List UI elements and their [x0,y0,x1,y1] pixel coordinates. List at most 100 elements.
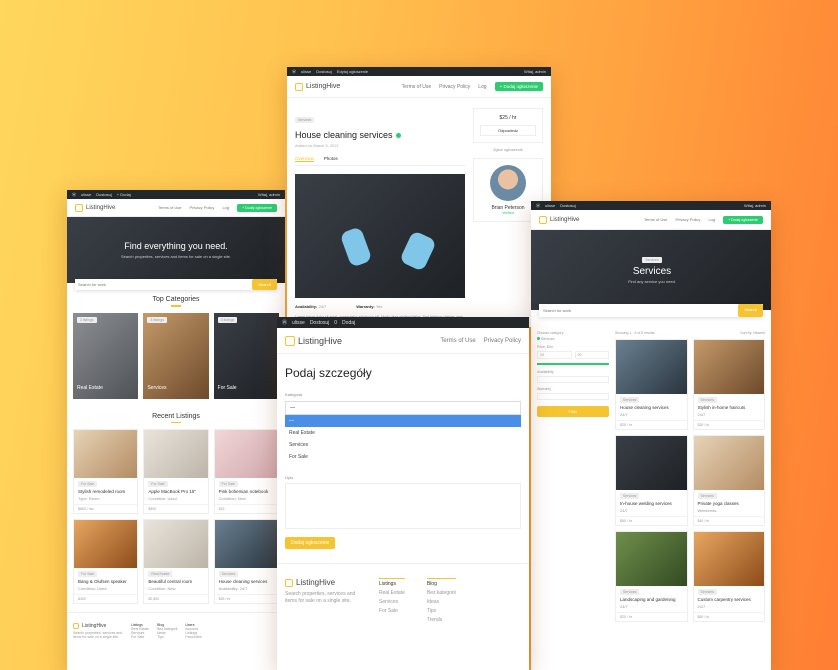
avatar[interactable] [490,165,526,201]
filter-type-radio[interactable]: Services [537,337,609,341]
availability-select[interactable] [537,375,609,383]
service-card[interactable]: Services House cleaning services 24/7 $25 /… [615,339,688,430]
listing-title[interactable]: Apple MacBook Pro 15" [148,489,203,494]
dropdown-option[interactable]: Services [285,439,521,451]
wp-howdy[interactable]: Witaj, admin [744,203,766,208]
listing-title[interactable]: Beautiful central room [148,579,203,584]
wp-comments-link[interactable]: 0 [334,320,337,326]
footer-link[interactable]: For Sale [379,608,405,614]
price-max-field[interactable]: 90 [574,351,609,359]
wp-new-link[interactable]: Dodaj [342,320,355,326]
tab-overview[interactable]: Overview [295,156,314,162]
services-search-input[interactable] [539,304,739,317]
wp-edit-link[interactable]: Edytuj ogłoszenie [337,69,368,74]
site-logo[interactable]: ListingHive [75,203,115,212]
nav-login-link[interactable]: Log [708,217,715,222]
service-title[interactable]: Private yoga classes [698,501,761,506]
description-textarea[interactable] [285,483,521,529]
home-search-input[interactable] [75,279,253,290]
listing-title[interactable]: Pink bohemian notebook [219,489,274,494]
nav-terms-link[interactable]: Terms of Use [440,338,475,344]
listing-title[interactable]: Bang & Olufsen speaker [78,579,133,584]
service-title[interactable]: Stylish in-home haircuts [698,405,761,410]
wp-customize-link[interactable]: Dostosuj [316,69,332,74]
submit-listing-button[interactable]: + Dodaj ogłoszenie [494,82,543,91]
dropdown-option[interactable]: For Sale [285,451,521,463]
service-card[interactable]: Services Stylish in-home haircuts 24/7 $30 … [692,339,765,430]
dropdown-option[interactable]: Real Estate [285,427,521,439]
wp-howdy[interactable]: Witaj, admin [258,192,280,197]
category-card[interactable]: 3 listings For Sale [213,312,279,399]
service-card[interactable]: Services In-house welding services 24/7 $60… [615,435,688,526]
wp-new-link[interactable]: + Dodaj [117,192,131,197]
footer-logo[interactable]: ListingHive [73,623,123,629]
footer-link[interactable]: Tips [427,608,456,614]
price-min-field[interactable]: 10 [537,351,572,359]
submit-listing-button[interactable]: + Dodaj ogłoszenie [723,215,763,224]
listing-card[interactable]: For Sale Bang & Olufsen speaker Condition:… [73,519,139,604]
wordpress-icon[interactable]: Ⓦ [292,69,296,75]
nav-terms-link[interactable]: Terms of Use [402,84,431,90]
footer-link[interactable]: Favourites [185,635,201,639]
listing-card[interactable]: Services House cleaning services Availabil… [213,519,279,604]
services-search-button[interactable]: Search [738,304,763,317]
category-card[interactable]: 3 listings Services [143,312,209,399]
tab-photos[interactable]: Photos [324,156,338,162]
form-submit-button[interactable]: Dodaj ogłoszenie [285,537,336,549]
site-logo[interactable]: ListingHive [539,215,579,224]
wp-site-link[interactable]: ulisse [292,320,305,326]
category-select[interactable]: — [285,401,521,415]
service-title[interactable]: Landscaping and gardening [620,597,683,602]
service-card[interactable]: Services Custom carpentry services 24/7 $50… [692,531,765,622]
footer-link[interactable]: Tips [157,635,177,639]
footer-link[interactable]: Trends [427,617,456,623]
detail-main-image[interactable] [295,174,465,298]
listing-card[interactable]: For Sale Apple MacBook Pro 15" Condition: … [143,429,209,514]
wp-site-link[interactable]: ulisse [81,192,91,197]
price-slider[interactable] [537,363,609,365]
nav-login-link[interactable]: Log [222,205,229,210]
reply-button[interactable]: Odpowiedz [480,125,536,136]
warranty-select[interactable] [537,392,609,400]
service-title[interactable]: House cleaning services [620,405,683,410]
detail-category-tag[interactable]: Services [295,117,315,123]
footer-link[interactable]: Ideas [427,599,456,605]
site-logo[interactable]: ListingHive [285,335,342,346]
nav-terms-link[interactable]: Terms of Use [158,205,182,210]
wordpress-icon[interactable]: Ⓦ [72,192,76,198]
wp-customize-link[interactable]: Dostosuj [310,320,329,326]
filter-button[interactable]: Filter [537,405,609,417]
nav-privacy-link[interactable]: Privacy Policy [676,217,701,222]
service-title[interactable]: Custom carpentry services [698,597,761,602]
wp-howdy[interactable]: Witaj, admin [524,69,546,74]
submit-listing-button[interactable]: + Dodaj ogłoszenie [237,203,277,212]
nav-terms-link[interactable]: Terms of Use [644,217,668,222]
service-card[interactable]: Services Private yoga classes Weekends $40 … [692,435,765,526]
listing-card[interactable]: For Sale Pink bohemian notebook Condition:… [213,429,279,514]
listing-title[interactable]: House cleaning services [219,579,274,584]
wordpress-icon[interactable]: Ⓦ [536,203,540,209]
nav-privacy-link[interactable]: Privacy Policy [439,84,470,90]
service-card[interactable]: Services Landscaping and gardening 24/7 $20… [615,531,688,622]
dropdown-option-selected[interactable]: — [285,415,521,427]
home-search-button[interactable]: Search [252,279,277,290]
wp-site-link[interactable]: ulisse [545,203,555,208]
listing-card[interactable]: Real Estate Beautiful central room Conditi… [143,519,209,604]
wordpress-icon[interactable]: Ⓦ [282,319,287,326]
report-link[interactable]: Zgłoś ogłoszenie [473,147,543,152]
wp-site-link[interactable]: ulisse [301,69,311,74]
footer-logo[interactable]: ListingHive [285,578,357,587]
category-card[interactable]: 3 listings Real Estate [73,312,139,399]
sort-select[interactable]: Sort by: Newest [740,331,765,335]
nav-privacy-link[interactable]: Privacy Policy [190,205,215,210]
nav-privacy-link[interactable]: Privacy Policy [484,338,521,344]
footer-link[interactable]: Services [379,599,405,605]
listing-card[interactable]: For Sale Stylish remodeled room Type: Room… [73,429,139,514]
wp-customize-link[interactable]: Dostosuj [96,192,112,197]
footer-link[interactable]: Real Estate [379,590,405,596]
listing-title[interactable]: Stylish remodeled room [78,489,133,494]
site-logo[interactable]: ListingHive [295,82,340,91]
footer-link[interactable]: Bez kategorii [427,590,456,596]
nav-login-link[interactable]: Log [478,84,486,90]
footer-link[interactable]: For Sale [131,635,149,639]
